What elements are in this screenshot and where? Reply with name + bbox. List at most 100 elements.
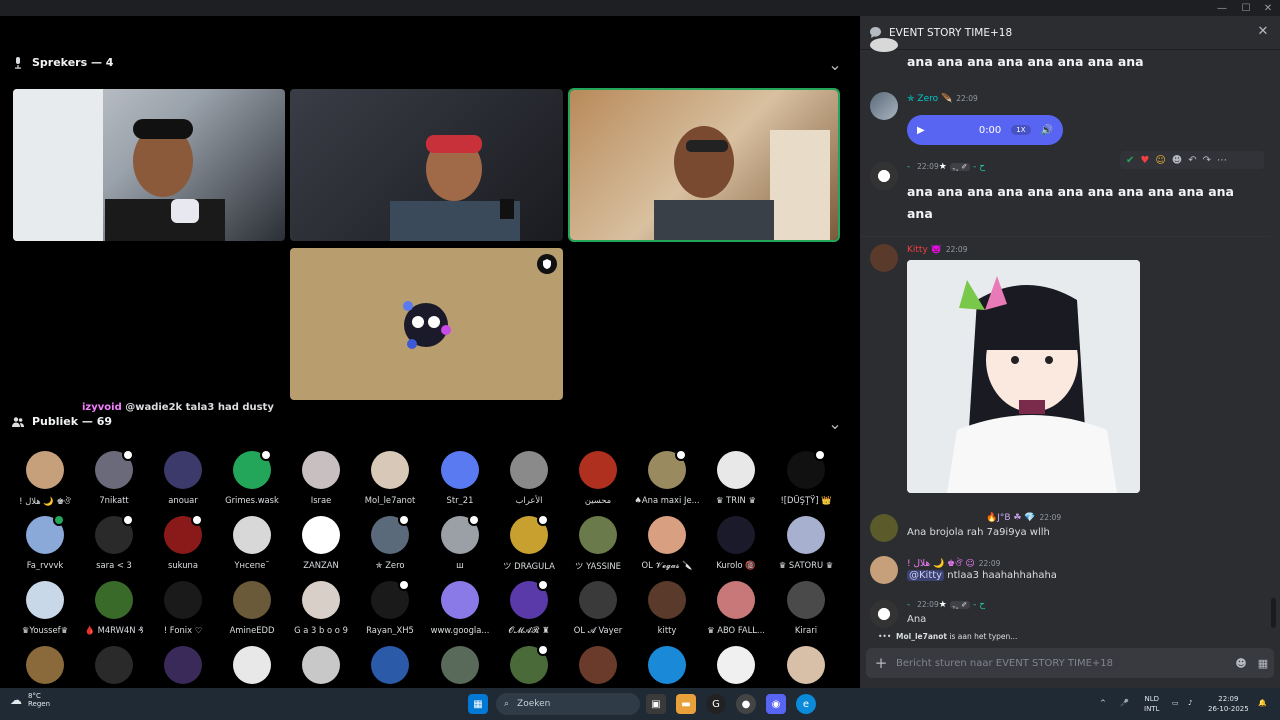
reply-icon[interactable]: ↶ bbox=[1188, 155, 1196, 166]
windows-start-icon[interactable]: ▦ bbox=[468, 694, 488, 714]
audience-member[interactable] bbox=[356, 646, 424, 690]
audience-member[interactable]: ♛ SATORU ♛ bbox=[772, 516, 840, 570]
audience-member[interactable]: kitty bbox=[633, 581, 701, 635]
audience-member[interactable]: Str_21 bbox=[426, 451, 494, 505]
clock[interactable]: 22:09 26-10-2025 bbox=[1208, 694, 1249, 714]
message-author[interactable]: Kitty 👿 22:09 bbox=[907, 245, 967, 255]
audience-member[interactable]: www.googla... bbox=[426, 581, 494, 635]
audience-member[interactable] bbox=[218, 646, 286, 690]
discord-icon[interactable]: ◉ bbox=[766, 694, 786, 714]
speaker-avatar-tile[interactable] bbox=[290, 248, 563, 400]
message-author[interactable]: - ح - ✐ ﮼ﮩ ★22:09 bbox=[907, 162, 985, 172]
audience-member[interactable]: ! Fonix ♡ bbox=[149, 581, 217, 635]
tray-mic-icon[interactable]: 🎤 bbox=[1120, 698, 1129, 708]
playback-rate-button[interactable]: 1X bbox=[1011, 125, 1031, 135]
audience-member[interactable]: OL 𝓥𝓮𝓰𝓪𝓼 🔪 bbox=[633, 516, 701, 571]
message-author[interactable]: 🔥J°B ☘ 💎 22:09 bbox=[986, 513, 1061, 523]
audience-member[interactable]: ♛ TRIN ♛ bbox=[702, 451, 770, 505]
notification-icon[interactable]: 🔔 bbox=[1258, 698, 1267, 708]
audience-header[interactable]: Publiek — 69 bbox=[12, 415, 112, 428]
audience-member[interactable]: ZANZAN bbox=[287, 516, 355, 570]
user-avatar[interactable] bbox=[870, 514, 898, 542]
audience-member[interactable]: Fa_rvvvk bbox=[11, 514, 79, 570]
audience-member[interactable] bbox=[772, 646, 840, 690]
message-author[interactable]: - ح - ✐ ﮼ﮩ ★22:09 bbox=[907, 600, 985, 610]
play-icon[interactable]: ▶ bbox=[917, 125, 925, 136]
message-author[interactable]: ✯ Zero 🪶 22:09 bbox=[907, 94, 978, 104]
network-icon[interactable]: ▭ bbox=[1172, 698, 1179, 708]
tray-chevron-icon[interactable]: ^ bbox=[1100, 698, 1106, 708]
speakers-header[interactable]: Sprekers — 4 bbox=[12, 56, 113, 69]
maximize-button[interactable]: ☐ bbox=[1236, 0, 1256, 16]
attach-plus-icon[interactable]: + bbox=[866, 654, 896, 672]
folder-icon[interactable]: ▬ bbox=[676, 694, 696, 714]
volume-icon[interactable]: 🔊 bbox=[1041, 125, 1053, 136]
audience-member[interactable]: G a 3 b o o 9 bbox=[287, 581, 355, 635]
apps-icon[interactable]: ▦ bbox=[1252, 652, 1274, 674]
close-window-button[interactable]: ✕ bbox=[1258, 0, 1278, 16]
user-avatar[interactable] bbox=[870, 556, 898, 584]
audience-member[interactable] bbox=[11, 646, 79, 690]
audience-member[interactable] bbox=[426, 646, 494, 690]
audience-member[interactable]: Mol_le7anot bbox=[356, 451, 424, 505]
audience-member[interactable] bbox=[287, 646, 355, 690]
user-mention[interactable]: @Kitty bbox=[907, 570, 945, 581]
audience-member[interactable]: ✯ Zero bbox=[356, 514, 424, 570]
volume-tray-icon[interactable]: ♪ bbox=[1188, 698, 1192, 708]
close-chat-button[interactable]: ✕ bbox=[1256, 25, 1270, 39]
audience-member[interactable]: محسين bbox=[564, 451, 632, 505]
speakers-collapse-chevron-icon[interactable]: ⌄ bbox=[828, 55, 842, 74]
message-author[interactable]: ! هلال 🌙 ♚ঔ ☺ 22:09 bbox=[907, 556, 1000, 571]
edge-icon[interactable]: e bbox=[796, 694, 816, 714]
user-avatar[interactable] bbox=[870, 162, 898, 190]
audience-member[interactable]: ♠Ana maxi Je... bbox=[633, 449, 701, 505]
audience-collapse-chevron-icon[interactable]: ⌄ bbox=[828, 414, 842, 433]
emoji-icon[interactable]: ☻ bbox=[1230, 652, 1252, 674]
audience-member[interactable]: AmineEDD bbox=[218, 581, 286, 635]
speaker-video-tile-active[interactable] bbox=[570, 90, 838, 240]
audience-member[interactable]: ш bbox=[426, 514, 494, 570]
caption-username[interactable]: izyvoid bbox=[82, 402, 122, 413]
audience-member[interactable]: Rayan_XH5 bbox=[356, 579, 424, 635]
audience-member[interactable]: ツ YASSINE bbox=[564, 516, 632, 572]
user-avatar[interactable] bbox=[870, 38, 898, 52]
chat-scrollbar[interactable] bbox=[1271, 598, 1276, 628]
add-reaction-icon[interactable]: ☻ bbox=[1172, 155, 1182, 166]
audience-member[interactable]: ! هلال 🌙 ♚ঔ bbox=[11, 451, 79, 509]
user-avatar[interactable] bbox=[870, 92, 898, 120]
audience-member[interactable] bbox=[495, 644, 563, 690]
weather-widget[interactable]: ☁ 8°C Regen bbox=[10, 692, 50, 708]
audience-member[interactable]: OL 𝓐 Vayer bbox=[564, 581, 632, 636]
audience-member[interactable]: Grimes.wask bbox=[218, 449, 286, 505]
speaker-video-tile[interactable] bbox=[13, 89, 285, 241]
user-avatar[interactable] bbox=[870, 244, 898, 272]
taskbar-search[interactable]: ⌕ Zoeken bbox=[496, 693, 640, 715]
speaker-video-tile[interactable] bbox=[290, 89, 563, 241]
check-reaction-icon[interactable]: ✔ bbox=[1126, 155, 1134, 166]
audience-member[interactable]: Kurolo 🔞 bbox=[702, 516, 770, 571]
audience-member[interactable]: 7nikatt bbox=[80, 449, 148, 505]
audience-member[interactable]: 🩸 M4RW4N ₰ bbox=[80, 581, 148, 636]
audience-member[interactable]: Kirari bbox=[772, 581, 840, 635]
heart-reaction-icon[interactable]: ♥ bbox=[1140, 155, 1149, 166]
audience-member[interactable]: ツ DRAGULA bbox=[495, 514, 563, 572]
message-input[interactable] bbox=[896, 657, 1230, 669]
more-icon[interactable]: ⋯ bbox=[1217, 155, 1227, 166]
audience-member[interactable]: ♛Youssef♛ bbox=[11, 581, 79, 635]
audience-member[interactable]: ♛ ABO FALL... bbox=[702, 581, 770, 635]
browser-icon[interactable]: G bbox=[706, 694, 726, 714]
audience-member[interactable]: الأعراب bbox=[495, 451, 563, 505]
app-icon[interactable]: ● bbox=[736, 694, 756, 714]
audience-member[interactable]: Israe bbox=[287, 451, 355, 505]
audience-member[interactable] bbox=[702, 646, 770, 690]
minimize-button[interactable]: — bbox=[1212, 0, 1232, 16]
audience-member[interactable] bbox=[149, 646, 217, 690]
audience-member[interactable]: 𝓞𝓜𝓐𝓡 ♜ bbox=[495, 579, 563, 636]
audience-member[interactable] bbox=[80, 646, 148, 690]
audience-member[interactable]: ![DŪŞŢŸ] 👑 bbox=[772, 449, 840, 506]
task-view-icon[interactable]: ▣ bbox=[646, 694, 666, 714]
message-image[interactable] bbox=[907, 260, 1140, 493]
audience-member[interactable]: sukuna bbox=[149, 514, 217, 570]
audience-member[interactable]: anouar bbox=[149, 451, 217, 505]
audience-member[interactable]: Үнсепе˘ bbox=[218, 516, 286, 570]
